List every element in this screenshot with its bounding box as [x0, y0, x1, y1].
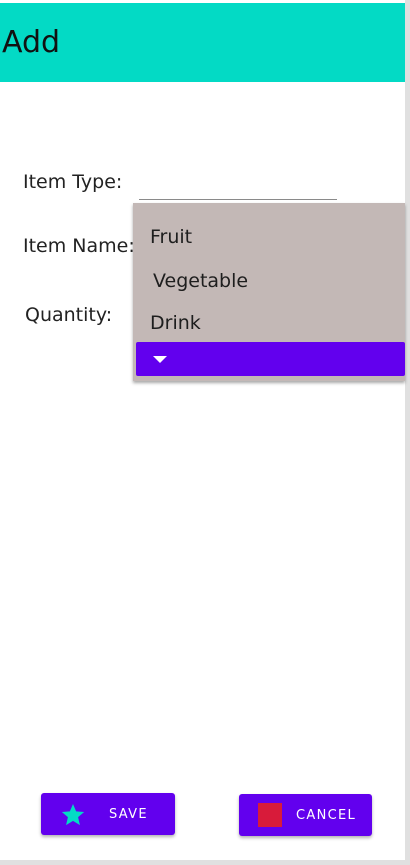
dropdown-toggle[interactable]	[136, 342, 405, 376]
cancel-button[interactable]: CANCEL	[239, 794, 372, 836]
dropdown-option-fruit[interactable]: Fruit	[150, 225, 192, 249]
quantity-label: Quantity:	[25, 304, 113, 326]
save-button[interactable]: SAVE	[41, 793, 175, 835]
screen: Add Item Type: Item Name: Quantity: Frui…	[0, 0, 405, 860]
save-button-label: SAVE	[109, 807, 148, 822]
item-type-field[interactable]	[139, 199, 337, 200]
cancel-button-label: CANCEL	[296, 808, 357, 823]
caret-down-icon	[153, 356, 167, 363]
star-icon	[61, 803, 85, 826]
dropdown-option-vegetable[interactable]: Vegetable	[153, 269, 248, 293]
page-title: Add	[2, 25, 61, 60]
item-type-dropdown: Fruit Vegetable Drink	[133, 203, 405, 381]
item-type-label: Item Type:	[23, 171, 123, 193]
cancel-icon	[258, 803, 282, 827]
app-bar: Add	[0, 3, 405, 82]
item-name-label: Item Name:	[23, 235, 135, 257]
dropdown-option-drink[interactable]: Drink	[150, 311, 201, 335]
